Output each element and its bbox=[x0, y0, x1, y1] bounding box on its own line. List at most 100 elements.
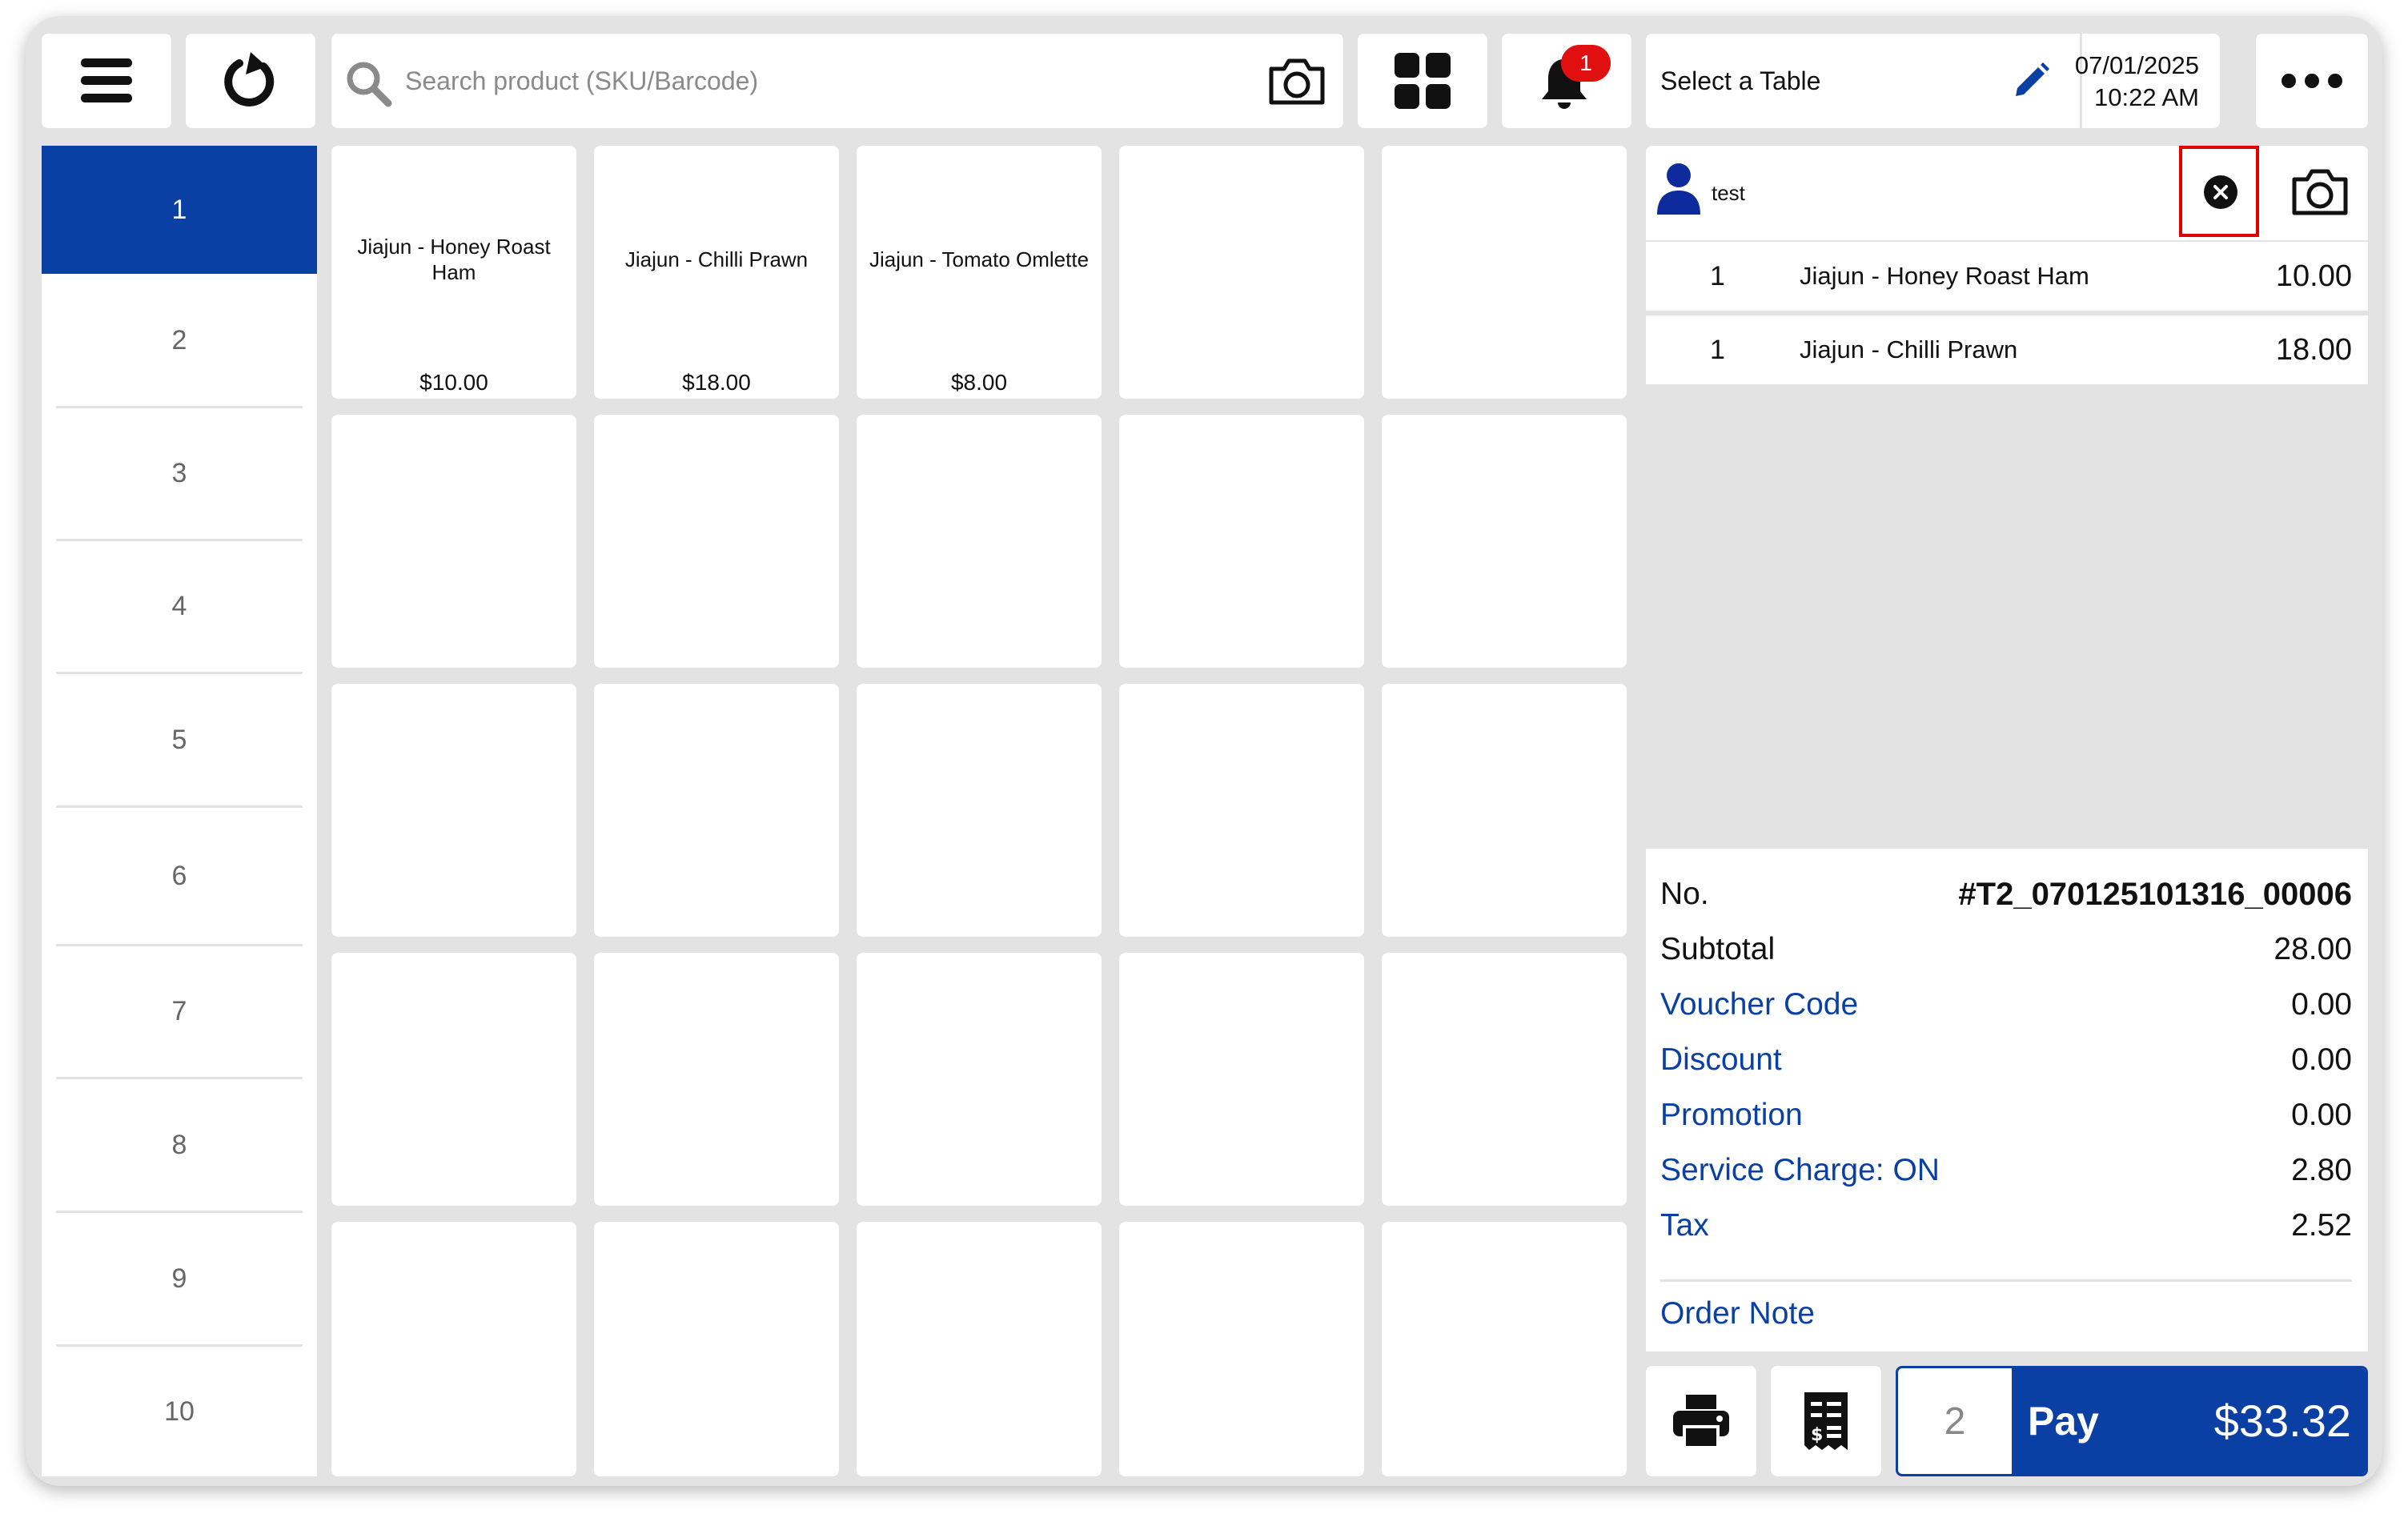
camera-icon[interactable] bbox=[2290, 167, 2350, 218]
search-input[interactable]: Search product (SKU/Barcode) bbox=[405, 34, 758, 128]
print-button[interactable] bbox=[1646, 1366, 1756, 1476]
empty-product-slot[interactable] bbox=[594, 1222, 839, 1476]
category-label: 2 bbox=[171, 325, 187, 355]
category-label: 9 bbox=[171, 1263, 187, 1294]
category-1[interactable]: 1 bbox=[42, 146, 317, 274]
order-line[interactable]: 1 Jiajun - Chilli Prawn 18.00 bbox=[1646, 315, 2368, 384]
empty-product-slot[interactable] bbox=[1382, 146, 1627, 399]
refresh-button[interactable] bbox=[186, 34, 315, 128]
discount-value: 0.00 bbox=[2291, 1042, 2352, 1077]
pay-total: $33.32 bbox=[2213, 1396, 2351, 1446]
category-8[interactable]: 8 bbox=[42, 1079, 317, 1211]
line-qty: 1 bbox=[1710, 261, 1725, 291]
receipt-button[interactable]: $ bbox=[1771, 1366, 1881, 1476]
refresh-icon bbox=[224, 52, 275, 106]
empty-product-slot[interactable] bbox=[857, 953, 1102, 1206]
category-5[interactable]: 5 bbox=[42, 674, 317, 805]
empty-product-slot[interactable] bbox=[1119, 146, 1364, 399]
empty-product-slot[interactable] bbox=[594, 684, 839, 937]
empty-product-slot[interactable] bbox=[857, 684, 1102, 937]
discount-link[interactable]: Discount bbox=[1660, 1042, 1782, 1078]
empty-product-slot[interactable] bbox=[1119, 1222, 1364, 1476]
service-charge-link[interactable]: Service Charge: ON bbox=[1660, 1153, 1940, 1188]
category-9[interactable]: 9 bbox=[42, 1213, 317, 1344]
product-tile[interactable]: Jiajun - Tomato Omlette $8.00 bbox=[857, 146, 1102, 399]
line-name: Jiajun - Chilli Prawn bbox=[1800, 335, 2018, 363]
date-text: 07/01/2025 bbox=[2074, 51, 2199, 79]
order-note-link[interactable]: Order Note bbox=[1660, 1296, 1815, 1331]
empty-product-slot[interactable] bbox=[331, 684, 576, 937]
receipt-icon: $ bbox=[1804, 1392, 1848, 1450]
empty-product-slot[interactable] bbox=[331, 415, 576, 668]
menu-button[interactable] bbox=[42, 34, 171, 128]
ellipsis-icon bbox=[2282, 74, 2342, 88]
hamburger-icon bbox=[81, 58, 132, 102]
category-3[interactable]: 3 bbox=[42, 408, 317, 539]
product-price: $18.00 bbox=[682, 370, 751, 395]
search-icon bbox=[347, 62, 392, 107]
category-6[interactable]: 6 bbox=[42, 808, 317, 944]
customer-header: test bbox=[1646, 146, 2368, 240]
category-label: 3 bbox=[171, 458, 187, 488]
tax-value: 2.52 bbox=[2291, 1208, 2352, 1243]
product-price: $10.00 bbox=[419, 370, 488, 395]
line-price: 10.00 bbox=[2275, 259, 2352, 293]
empty-product-slot[interactable] bbox=[1382, 953, 1627, 1206]
category-2[interactable]: 2 bbox=[42, 275, 317, 406]
category-label: 4 bbox=[171, 591, 187, 621]
order-line[interactable]: 1 Jiajun - Honey Roast Ham 10.00 bbox=[1646, 242, 2368, 311]
item-count: 2 bbox=[1944, 1400, 1966, 1443]
empty-product-slot[interactable] bbox=[1382, 684, 1627, 937]
promotion-link[interactable]: Promotion bbox=[1660, 1098, 1803, 1133]
product-name: Jiajun - Tomato Omlette bbox=[869, 247, 1090, 271]
empty-product-slot[interactable] bbox=[857, 1222, 1102, 1476]
voucher-code-link[interactable]: Voucher Code bbox=[1660, 987, 1858, 1022]
pay-control: 2 Pay $33.32 bbox=[1896, 1366, 2368, 1476]
camera-scan-icon[interactable] bbox=[1266, 56, 1327, 107]
order-no-value: #T2_070125101316_00006 bbox=[1958, 876, 2352, 912]
product-tile[interactable]: Jiajun - Chilli Prawn $18.00 bbox=[594, 146, 839, 399]
empty-product-slot[interactable] bbox=[1382, 1222, 1627, 1476]
empty-product-slot[interactable] bbox=[857, 415, 1102, 668]
category-label: 1 bbox=[171, 194, 187, 225]
notifications-button[interactable] bbox=[1502, 34, 1631, 128]
time-text: 10:22 AM bbox=[2094, 83, 2199, 111]
line-price: 18.00 bbox=[2275, 333, 2352, 367]
line-name: Jiajun - Honey Roast Ham bbox=[1800, 262, 2089, 290]
service-charge-value: 2.80 bbox=[2291, 1153, 2352, 1187]
subtotal-value: 28.00 bbox=[2274, 932, 2352, 966]
empty-product-slot[interactable] bbox=[1119, 684, 1364, 937]
empty-product-slot[interactable] bbox=[594, 415, 839, 668]
category-4[interactable]: 4 bbox=[42, 541, 317, 672]
category-label: 6 bbox=[171, 860, 187, 891]
promotion-value: 0.00 bbox=[2291, 1098, 2352, 1132]
grid-view-button[interactable] bbox=[1358, 34, 1487, 128]
printer-icon bbox=[1673, 1395, 1729, 1449]
order-no-label: No. bbox=[1660, 877, 1709, 911]
grid-icon bbox=[1395, 53, 1451, 109]
remove-customer-icon[interactable] bbox=[2203, 175, 2238, 210]
search-bar[interactable]: Search product (SKU/Barcode) bbox=[331, 34, 1343, 128]
product-tile[interactable]: Jiajun - Honey Roast Ham $10.00 bbox=[331, 146, 576, 399]
empty-product-slot[interactable] bbox=[331, 953, 576, 1206]
datetime-display: 07/01/2025 10:22 AM bbox=[2075, 34, 2220, 128]
category-label: 8 bbox=[171, 1129, 187, 1160]
tax-link[interactable]: Tax bbox=[1660, 1208, 1709, 1243]
category-label: 5 bbox=[171, 724, 187, 755]
empty-product-slot[interactable] bbox=[1119, 415, 1364, 668]
pay-label: Pay bbox=[2028, 1399, 2099, 1444]
table-selector[interactable]: Select a Table bbox=[1646, 34, 2080, 128]
user-icon[interactable] bbox=[1656, 162, 1702, 216]
edit-pencil-icon[interactable] bbox=[2009, 61, 2051, 102]
empty-product-slot[interactable] bbox=[594, 953, 839, 1206]
category-10[interactable]: 10 bbox=[42, 1347, 317, 1476]
category-label: 7 bbox=[171, 996, 187, 1026]
more-options-button[interactable] bbox=[2256, 34, 2368, 128]
empty-product-slot[interactable] bbox=[331, 1222, 576, 1476]
category-7[interactable]: 7 bbox=[42, 946, 317, 1077]
product-name: Jiajun - Honey Roast Ham bbox=[357, 235, 551, 284]
subtotal-label: Subtotal bbox=[1660, 932, 1776, 966]
empty-product-slot[interactable] bbox=[1119, 953, 1364, 1206]
empty-product-slot[interactable] bbox=[1382, 415, 1627, 668]
pay-button[interactable]: Pay $33.32 bbox=[2012, 1368, 2366, 1474]
